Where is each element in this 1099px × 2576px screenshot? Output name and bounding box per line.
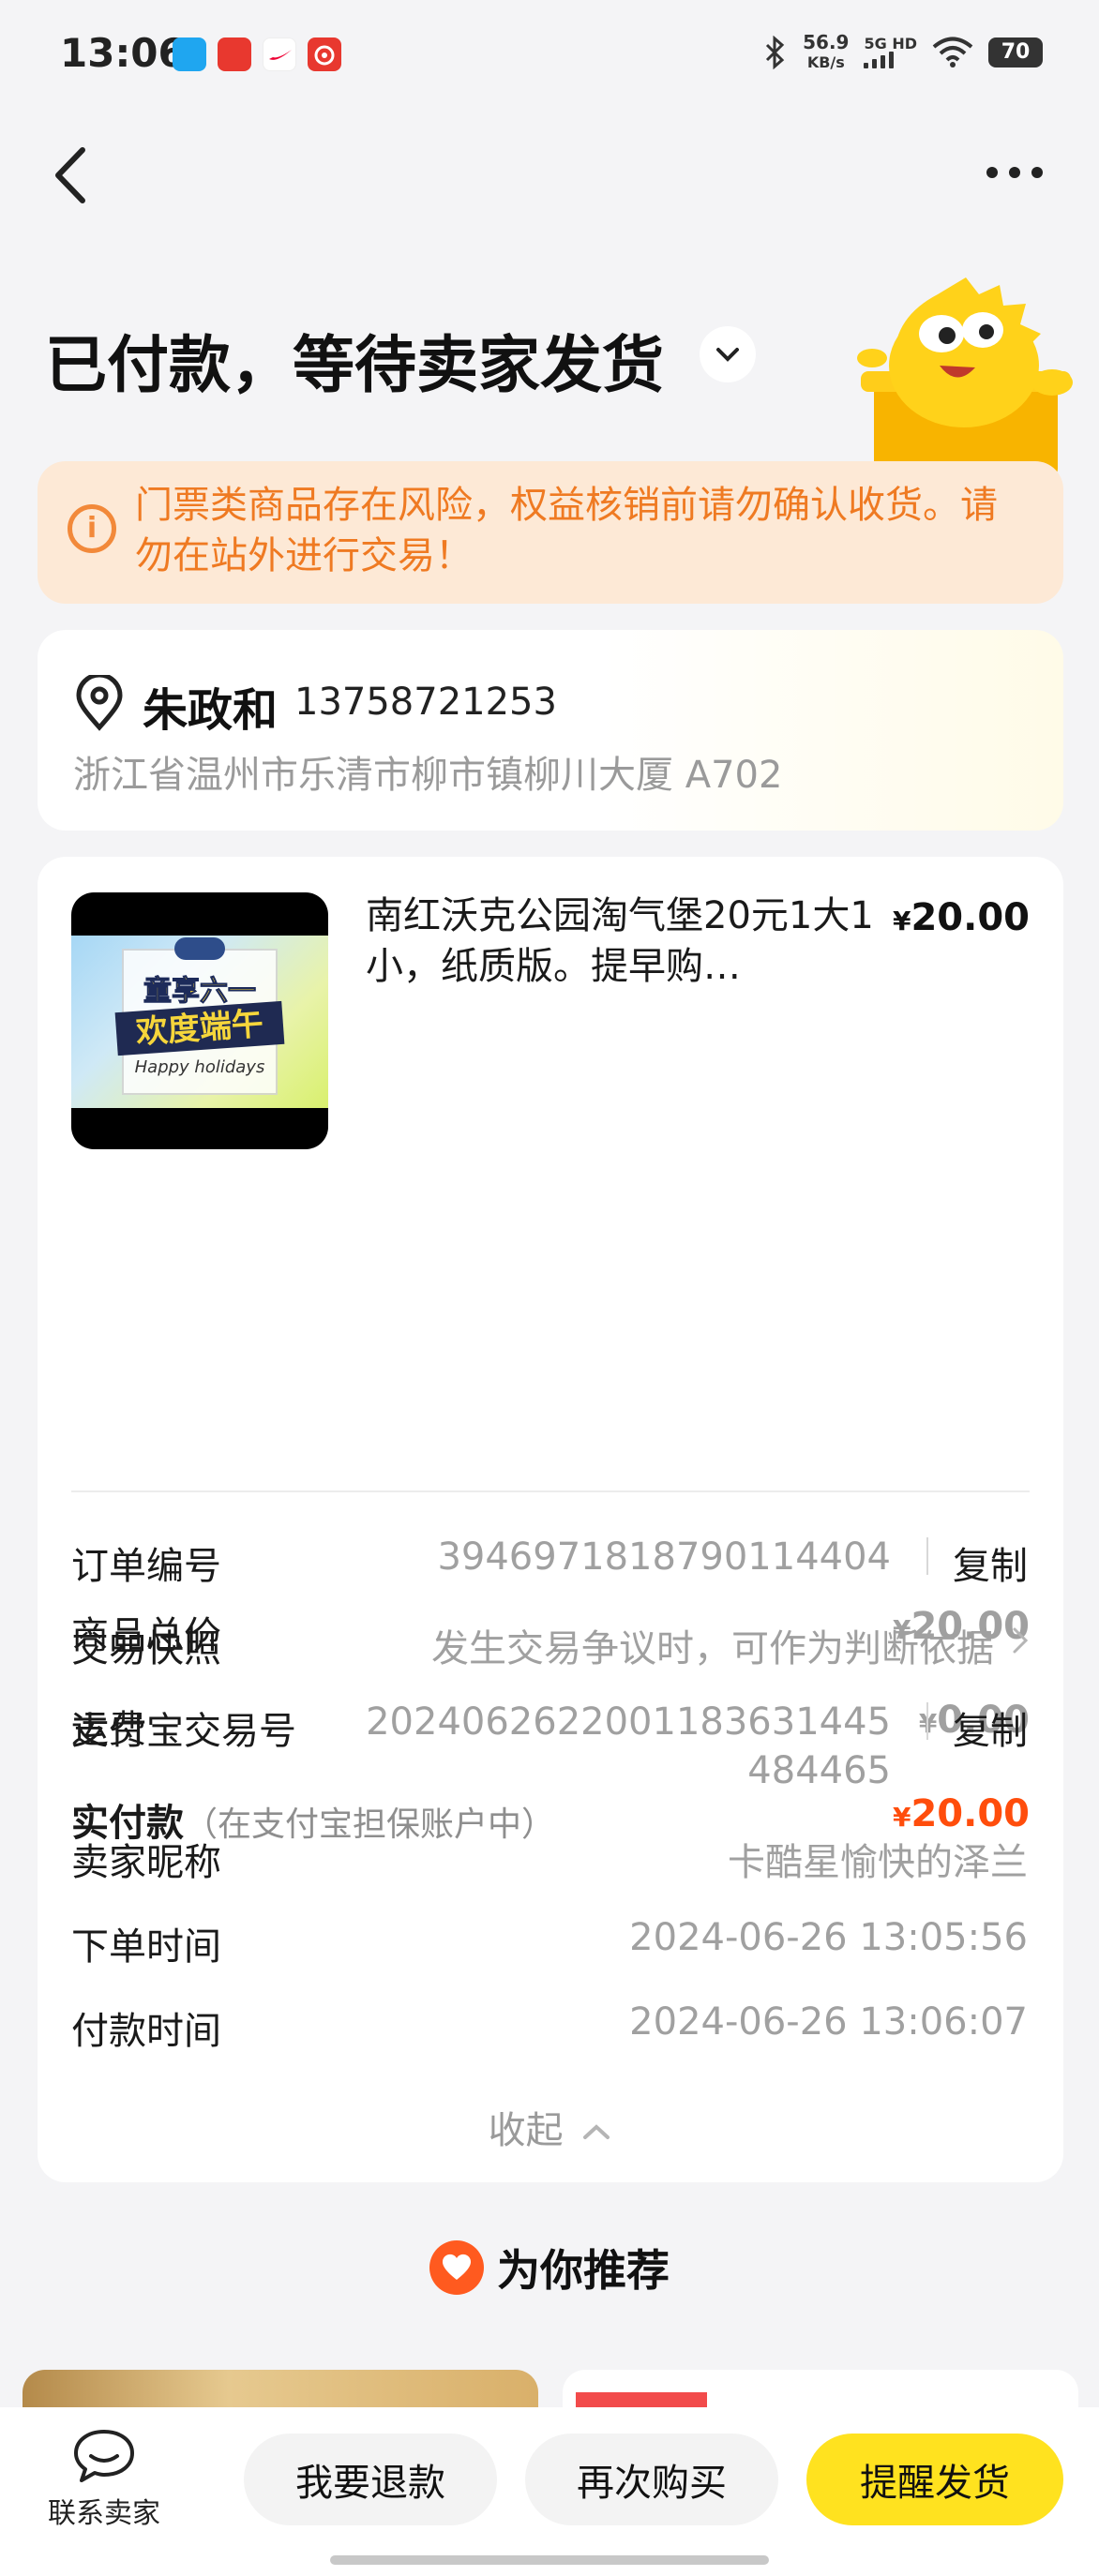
signal-icon: 5G HD (864, 37, 917, 68)
order-status-title: 已付款，等待卖家发货 (45, 315, 664, 405)
pay-time-value: 2024-06-26 13:06:07 (629, 2000, 1028, 2044)
remind-shipping-button[interactable]: 提醒发货 (806, 2434, 1063, 2525)
mascot-illustration (853, 272, 1078, 478)
copy-alipay-number-button[interactable]: 复制 (953, 1700, 1028, 1755)
product-price: ¥20.00 (893, 896, 1030, 939)
net-speed-value: 56.9 (803, 32, 849, 52)
alipay-number-line2: 484465 (747, 1749, 891, 1792)
order-detail-card: 童享六一 欢度端午 Happy holidays 南红沃克公园淘气堡20元1大1… (38, 857, 1063, 2182)
app-icon-bank (218, 37, 251, 71)
copy-separator (926, 1702, 928, 1740)
chevron-down-icon[interactable] (700, 326, 756, 382)
chevron-right-icon[interactable] (1009, 1622, 1031, 1659)
chevron-up-icon (580, 2121, 612, 2144)
seller-nickname-label: 卖家昵称 (71, 1832, 221, 1886)
bottom-action-bar: 联系卖家 我要退款 再次购买 提醒发货 (0, 2407, 1099, 2576)
order-number-value: 3946971818790114404 (437, 1535, 891, 1579)
recipient-name: 朱政和 (143, 673, 278, 739)
copy-separator (926, 1537, 928, 1575)
net-speed-unit: KB/s (803, 52, 849, 73)
app-icon-red (308, 37, 341, 71)
app-icon-blue (173, 37, 206, 71)
pay-time-label: 付款时间 (71, 2000, 221, 2055)
order-time-label: 下单时间 (71, 1916, 221, 1970)
recommend-title: 为你推荐 (497, 2237, 670, 2299)
shipping-address-card[interactable]: 朱政和 13758721253 浙江省温州市乐清市柳市镇柳川大厦 A702 (38, 630, 1063, 831)
request-refund-button[interactable]: 我要退款 (244, 2434, 497, 2525)
network-label: 5G HD (864, 37, 917, 52)
back-arrow-icon[interactable] (45, 141, 101, 206)
buy-again-button[interactable]: 再次购买 (525, 2434, 778, 2525)
wifi-icon (932, 37, 973, 68)
address-detail: 浙江省温州市乐清市柳市镇柳川大厦 A702 (73, 744, 782, 799)
recommend-section-header: 为你推荐 (0, 2237, 1099, 2299)
notification-app-icons (173, 37, 341, 71)
risk-warning-banner: i 门票类商品存在风险，权益核销前请勿确认收货。请勿在站外进行交易！ (38, 461, 1063, 604)
product-title[interactable]: 南红沃克公园淘气堡20元1大1小，纸质版。提早购… (366, 891, 891, 992)
status-time: 13:06 (60, 30, 186, 76)
collapse-label: 收起 (489, 2109, 564, 2152)
collapse-button[interactable]: 收起 (38, 2100, 1063, 2154)
copy-order-number-button[interactable]: 复制 (953, 1535, 1028, 1590)
more-icon[interactable] (986, 167, 1043, 178)
info-icon: i (68, 504, 116, 553)
chat-bubble-icon (70, 2426, 138, 2484)
net-speed: 56.9 KB/s (803, 32, 849, 73)
status-right-cluster: 56.9 KB/s 5G HD 70 (763, 32, 1043, 73)
thumbnail-text-sub: Happy holidays (126, 1057, 274, 1077)
order-number-label: 订单编号 (71, 1535, 221, 1590)
seller-nickname-value: 卡酷星愉快的泽兰 (728, 1832, 1028, 1886)
location-pin-icon (73, 675, 126, 731)
contact-seller-button[interactable]: 联系卖家 (34, 2426, 174, 2531)
product-thumbnail[interactable]: 童享六一 欢度端午 Happy holidays (71, 892, 328, 1149)
divider (71, 1490, 1030, 1492)
status-bar: 13:06 56.9 KB/s 5G HD 70 (0, 0, 1099, 112)
paid-amount-value: ¥20.00 (893, 1792, 1030, 1835)
app-icon-nike (263, 37, 296, 71)
snapshot-label: 交易快照 (71, 1618, 221, 1672)
recipient-phone: 13758721253 (294, 681, 557, 724)
risk-warning-text: 门票类商品存在风险，权益核销前请勿确认收货。请勿在站外进行交易！ (135, 480, 1007, 581)
battery-icon: 70 (988, 37, 1043, 67)
alipay-number-line1: 2024062622001183631445 (366, 1700, 891, 1744)
heart-icon (429, 2240, 484, 2295)
recommend-item-card[interactable] (23, 2370, 538, 2407)
order-time-value: 2024-06-26 13:05:56 (629, 1916, 1028, 1959)
home-indicator[interactable] (330, 2555, 769, 2565)
snapshot-value[interactable]: 发生交易争议时，可作为判断依据 (431, 1618, 994, 1672)
paid-amount-note: （在支付宝担保账户中） (184, 1805, 555, 1844)
contact-seller-label: 联系卖家 (48, 2497, 160, 2530)
alipay-number-label: 支付宝交易号 (71, 1700, 296, 1755)
recommend-item-card[interactable] (563, 2370, 1078, 2407)
bluetooth-icon (763, 36, 788, 69)
